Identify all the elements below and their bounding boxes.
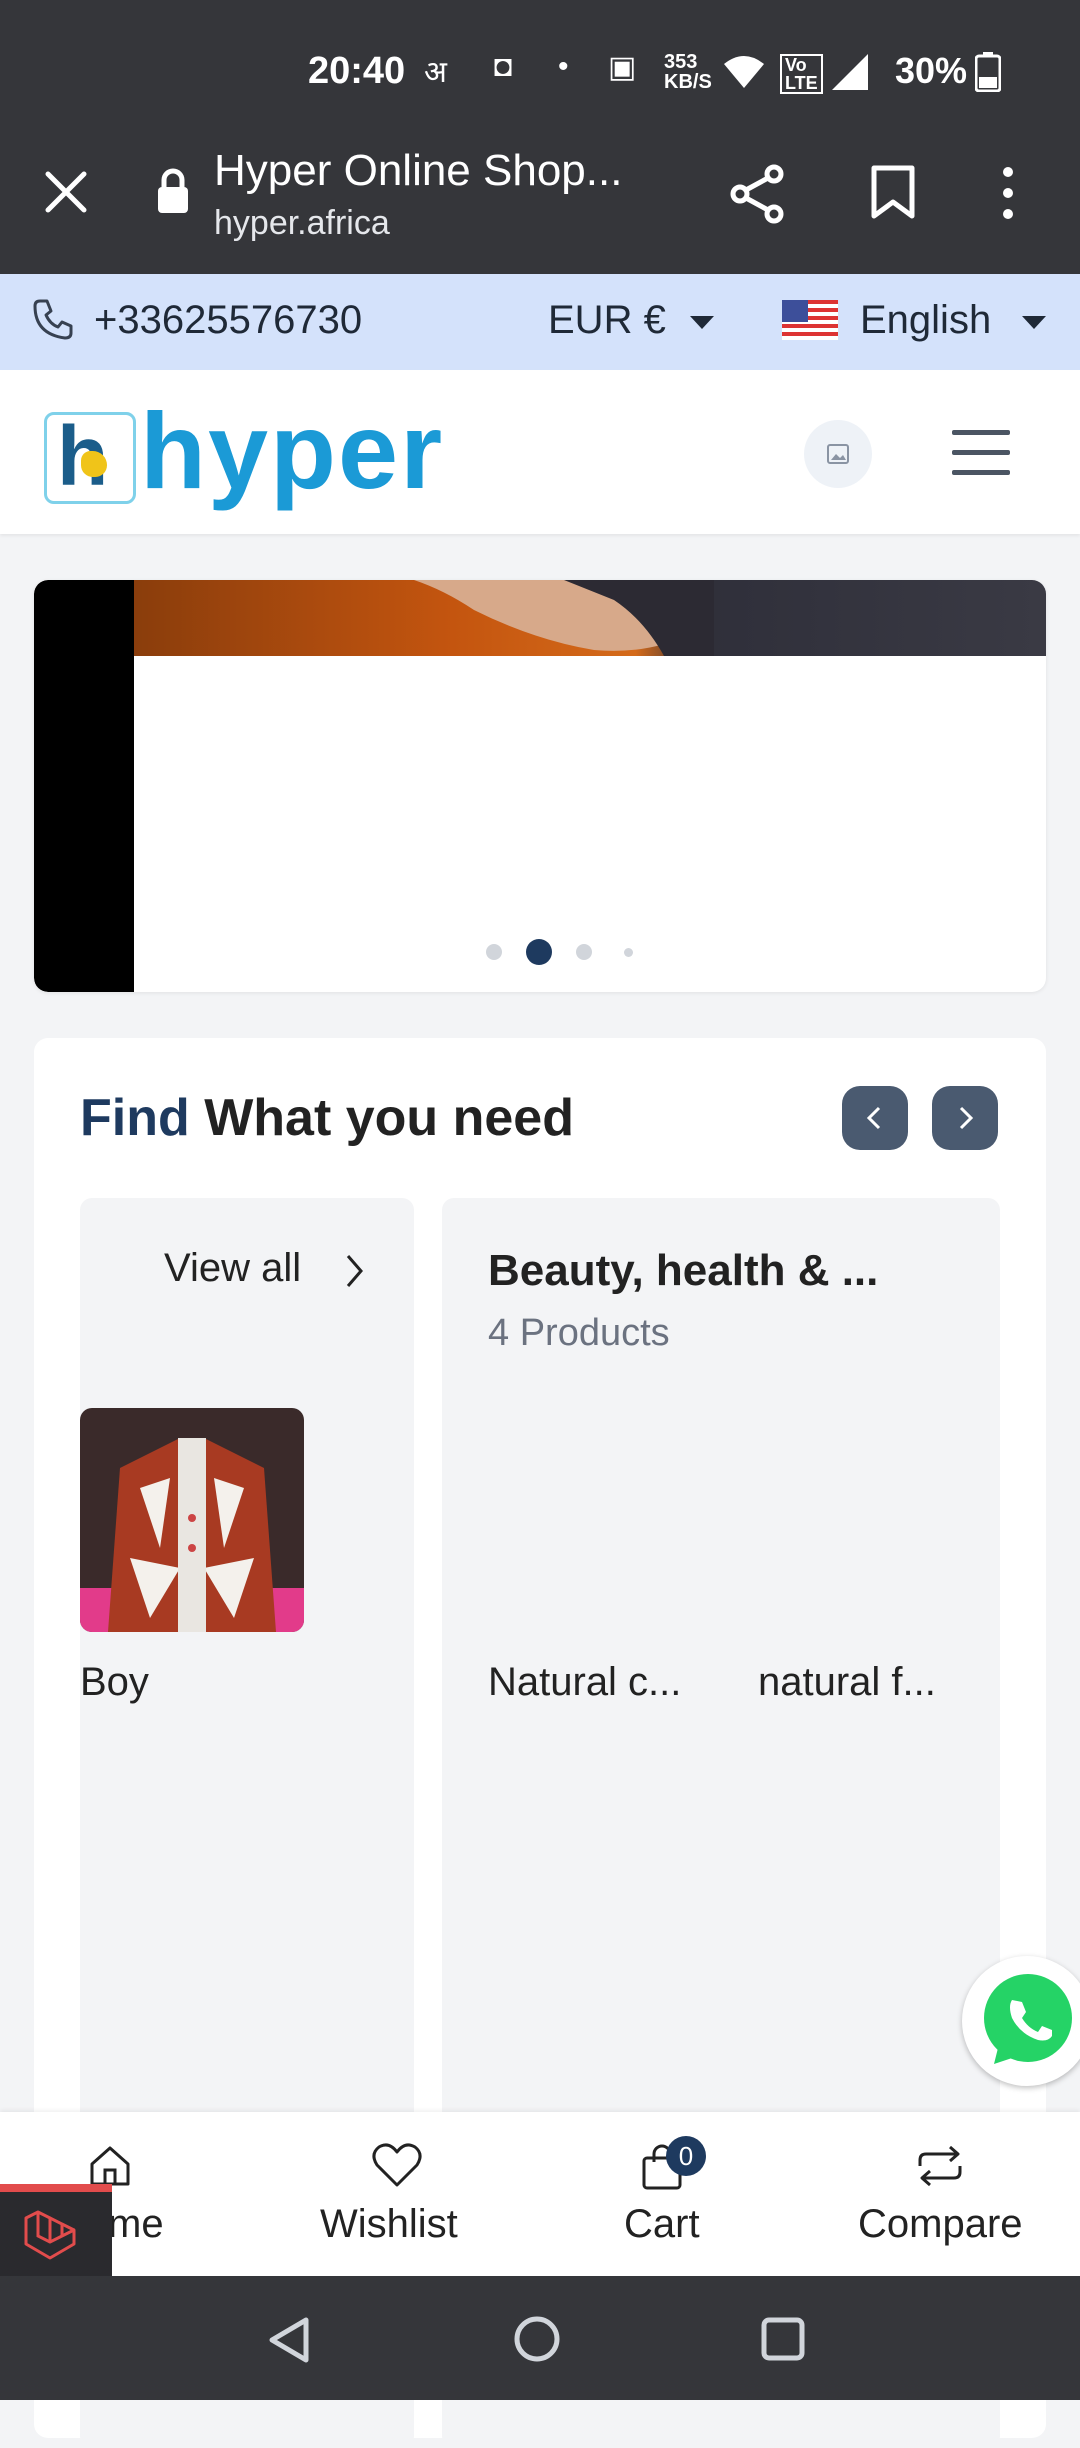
heart-icon [372,2143,422,2187]
whatsapp-icon [984,1974,1072,2064]
network-speed: 353 KB/S [664,52,712,92]
site-header: h hyper [0,370,1080,534]
jacket-product-image [80,1408,304,1632]
back-icon[interactable] [266,2316,314,2364]
chevron-right-icon [959,1106,974,1130]
media-icon: ◘ [494,50,513,83]
nav-wishlist[interactable]: Wishlist [300,2112,490,2276]
logo-mark: h [44,412,136,504]
carousel-dot-3[interactable] [576,944,592,960]
carousel-dot-1[interactable] [486,944,502,960]
laravel-icon [24,2210,76,2260]
carousel-dot-2-active[interactable] [526,939,552,965]
product-label[interactable]: natural f... [758,1660,936,1705]
nav-cart-label: Cart [624,2202,700,2246]
currency-selector[interactable]: EUR € [548,274,718,370]
battery-icon [975,52,1001,92]
chevron-left-icon [866,1106,881,1130]
product-label[interactable]: Boy [80,1660,149,1705]
contact-phone[interactable]: +33625576730 [94,298,362,343]
view-all-label: View all [164,1246,302,1290]
logo-text: hyper [140,390,445,511]
category-product-count: 4 Products [488,1312,670,1354]
carousel-indicators [34,580,1046,992]
nav-cart[interactable]: 0 Cart [590,2112,740,2276]
cart-count-badge: 0 [666,2136,706,2176]
status-time: 20:40 [308,50,406,92]
image-placeholder-icon [827,444,849,464]
nav-compare[interactable]: Compare [846,2112,1036,2276]
battery-percentage: 30% [895,50,968,91]
home-button-icon[interactable] [512,2314,562,2364]
carousel-dot-4[interactable] [624,948,633,957]
share-icon[interactable] [728,164,788,224]
signal-icon [832,54,868,90]
language-selector[interactable]: English [780,274,1050,370]
section-title: Find What you need [80,1088,574,1148]
home-icon [90,2146,130,2186]
bookmark-icon[interactable] [870,164,916,220]
site-topbar: +33625576730 EUR € English [0,274,1080,370]
network-speed-value: 353 [664,51,698,73]
currency-label: EUR € [548,298,666,342]
close-tab-icon[interactable] [44,170,88,214]
section-title-accent: Find [80,1089,190,1147]
page-title[interactable]: Hyper Online Shop... [214,146,674,196]
status-bar: 20:40 अ ◘ • ▣ 353 KB/S Vo LTE 30% [0,0,1080,142]
currency-caret-icon [690,316,714,329]
nav-home-label: me [108,2202,164,2246]
lock-icon [158,168,188,213]
phone-icon [33,299,73,340]
browser-toolbar: Hyper Online Shop... hyper.africa [0,124,1080,274]
debugbar-badge[interactable] [0,2184,112,2284]
wifi-icon [724,56,764,88]
chevron-right-icon [346,1255,363,1287]
nav-compare-label: Compare [858,2202,1023,2246]
us-flag-icon [782,300,838,340]
language-caret-icon [1022,316,1046,329]
nfc-icon: ▣ [608,51,637,84]
hero-banner-carousel[interactable] [34,580,1046,992]
hindi-app-icon: अ [424,56,447,89]
recents-icon[interactable] [760,2316,806,2362]
whatsapp-chat-button[interactable] [962,1956,1080,2086]
page-url[interactable]: hyper.africa [214,204,390,243]
android-navigation-bar [0,2276,1080,2400]
language-label: English [860,298,992,342]
nav-wishlist-label: Wishlist [320,2202,458,2246]
compare-icon [918,2145,962,2187]
category-name[interactable]: Beauty, health & ... [488,1246,878,1296]
network-speed-unit: KB/S [664,71,712,93]
more-options-icon[interactable] [1002,166,1014,220]
category-next-button[interactable] [932,1086,998,1150]
site-logo[interactable]: h hyper [44,396,442,506]
product-label[interactable]: Natural c... [488,1660,681,1705]
view-all-link[interactable]: View all [164,1246,394,1296]
user-avatar[interactable] [804,420,872,488]
category-prev-button[interactable] [842,1086,908,1150]
section-title-rest: What you need [204,1089,574,1147]
bottom-navigation: me Wishlist 0 Cart Compare [0,2112,1080,2284]
product-image-boy[interactable] [80,1408,304,1632]
notification-dot-icon: • [558,50,569,83]
volte-icon: Vo LTE [780,54,823,94]
hamburger-menu-icon[interactable] [950,426,1014,480]
